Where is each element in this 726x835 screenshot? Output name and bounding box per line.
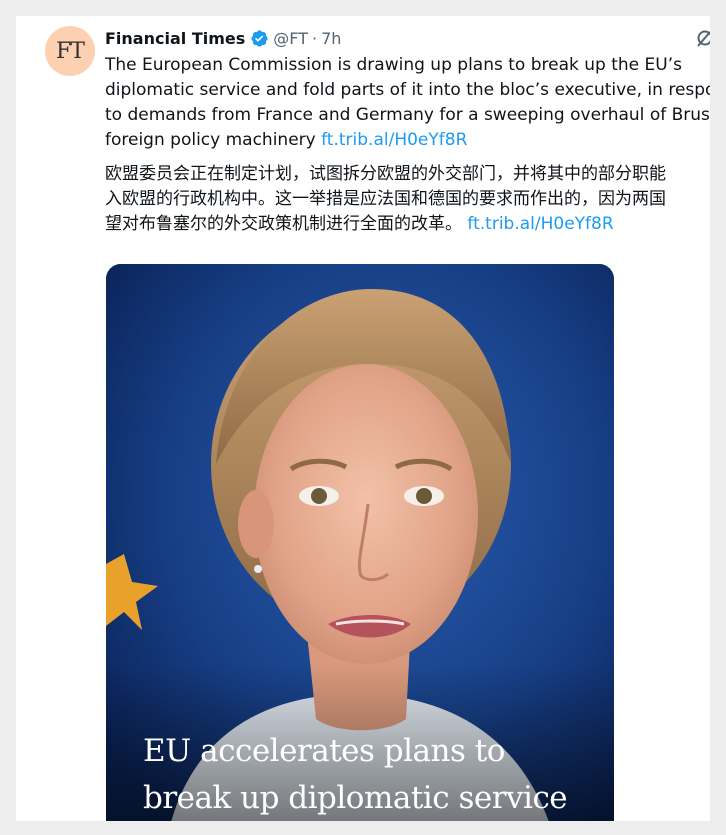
tweet-text-zh-line: 望对布鲁塞尔的外交政策机制进行全面的改革。 <box>105 214 462 234</box>
tweet-link-en[interactable]: ft.trib.al/H0eYf8R <box>321 130 467 150</box>
tweet-text: The European Commission is drawing up pl… <box>105 53 710 237</box>
link-card[interactable]: EU accelerates plans to break up diploma… <box>106 264 614 821</box>
avatar[interactable]: FT <box>45 26 95 76</box>
author-handle[interactable]: @FT <box>273 29 308 48</box>
tweet-link-zh[interactable]: ft.trib.al/H0eYf8R <box>467 214 613 234</box>
timestamp[interactable]: 7h <box>321 29 341 48</box>
tweet-text-en-line: foreign policy machinery <box>105 130 316 150</box>
tweet-text-en-line: to demands from France and Germany for a… <box>105 105 710 125</box>
tweet-text-zh-line: 入欧盟的行政机构中。这一举措是应法国和德国的要求而作出的，因为两国 <box>105 189 666 209</box>
tweet-text-en-line: The European Commission is drawing up pl… <box>105 55 682 75</box>
grok-icon[interactable] <box>694 28 710 50</box>
avatar-logo-text: FT <box>56 38 85 64</box>
tweet[interactable]: FT Financial Times @FT · 7h The European… <box>16 16 710 821</box>
verified-badge-icon[interactable] <box>250 29 269 48</box>
card-headline-line: EU accelerates plans to <box>143 733 505 769</box>
author-name[interactable]: Financial Times <box>105 29 245 48</box>
separator-dot: · <box>311 28 318 48</box>
card-headline[interactable]: EU accelerates plans to break up diploma… <box>143 728 568 821</box>
tweet-text-zh-line: 欧盟委员会正在制定计划，试图拆分欧盟的外交部门，并将其中的部分职能 <box>105 164 666 184</box>
tweet-header: Financial Times @FT · 7h <box>105 26 341 50</box>
card-headline-line: break up diplomatic service <box>143 780 568 816</box>
tweet-text-zh-line-with-link: 望对布鲁塞尔的外交政策机制进行全面的改革。 ft.trib.al/H0eYf8R <box>105 212 710 237</box>
tweet-text-en-line-with-link: foreign policy machinery ft.trib.al/H0eY… <box>105 128 710 153</box>
tweet-text-en-line: diplomatic service and fold parts of it … <box>105 80 710 100</box>
